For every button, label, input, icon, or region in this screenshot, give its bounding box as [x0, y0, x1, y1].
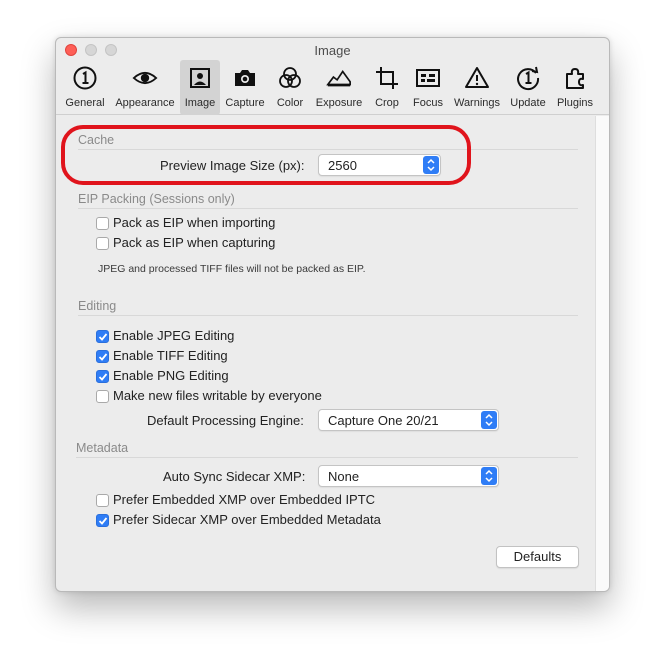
focus-grid-icon [415, 65, 441, 91]
puzzle-piece-icon [562, 65, 588, 91]
eye-icon [132, 65, 158, 91]
checkmark-icon [98, 332, 107, 341]
defaults-button[interactable]: Defaults [496, 546, 579, 568]
chevron-updown-icon [481, 467, 497, 485]
enable-png-label: Enable PNG Editing [113, 368, 229, 383]
processing-engine-select[interactable]: Capture One 20/21 [318, 409, 499, 431]
checkmark-icon [98, 352, 107, 361]
prefer-sidecar-xmp-label: Prefer Sidecar XMP over Embedded Metadat… [113, 512, 381, 527]
tab-exposure[interactable]: Exposure [311, 60, 367, 115]
image-preferences-pane: Cache Preview Image Size (px): 2560 EIP … [56, 116, 596, 591]
writable-everyone-checkbox[interactable] [96, 390, 109, 403]
checkmark-icon [98, 372, 107, 381]
tab-general-label: General [65, 97, 105, 109]
camera-icon [232, 65, 258, 91]
editing-divider [78, 315, 578, 316]
chevron-updown-icon [481, 411, 497, 429]
metadata-section-title: Metadata [76, 441, 129, 455]
tab-focus-label: Focus [413, 97, 443, 109]
histogram-icon [326, 65, 352, 91]
portrait-image-icon [187, 65, 213, 91]
tab-color-label: Color [276, 97, 304, 109]
red-highlight-annotation [61, 125, 471, 185]
title-bar: Image [56, 38, 609, 62]
checkmark-icon [98, 516, 107, 525]
tab-capture[interactable]: Capture [222, 60, 268, 115]
tab-image[interactable]: Image [180, 60, 220, 115]
enable-png-checkbox[interactable] [96, 370, 109, 383]
auto-sync-xmp-value: None [328, 469, 360, 484]
pack-eip-importing-checkbox[interactable] [96, 217, 109, 230]
tab-appearance[interactable]: Appearance [111, 60, 179, 115]
update-circle-icon [515, 65, 541, 91]
tab-crop-label: Crop [375, 97, 399, 109]
processing-engine-label: Default Processing Engine: [147, 413, 304, 428]
enable-jpeg-label: Enable JPEG Editing [113, 328, 235, 343]
vertical-scrollbar[interactable] [595, 116, 609, 591]
enable-jpeg-checkbox[interactable] [96, 330, 109, 343]
tab-warnings-label: Warnings [453, 97, 501, 109]
tab-capture-label: Capture [225, 97, 265, 109]
tab-plugins[interactable]: Plugins [553, 60, 597, 115]
tab-update-label: Update [510, 97, 546, 109]
metadata-divider [76, 457, 578, 458]
auto-sync-xmp-label: Auto Sync Sidecar XMP: [163, 469, 306, 484]
tab-image-label: Image [184, 97, 216, 109]
pack-eip-capturing-label: Pack as EIP when capturing [113, 235, 276, 250]
prefer-embedded-xmp-checkbox[interactable] [96, 494, 109, 507]
eip-note: JPEG and processed TIFF files will not b… [98, 263, 366, 275]
tab-plugins-label: Plugins [556, 97, 594, 109]
processing-engine-value: Capture One 20/21 [328, 413, 439, 428]
tab-crop[interactable]: Crop [369, 60, 405, 115]
enable-tiff-label: Enable TIFF Editing [113, 348, 228, 363]
preferences-toolbar: General Appearance Image Capture Color E… [56, 60, 609, 115]
warning-triangle-icon [464, 65, 490, 91]
window-title: Image [314, 43, 351, 58]
tab-update[interactable]: Update [506, 60, 550, 115]
tab-appearance-label: Appearance [115, 97, 175, 109]
eip-divider [78, 208, 578, 209]
writable-everyone-label: Make new files writable by everyone [113, 388, 322, 403]
pack-eip-importing-label: Pack as EIP when importing [113, 215, 276, 230]
preferences-window: Image General Appearance Image Capture C… [55, 37, 610, 592]
pack-eip-capturing-checkbox[interactable] [96, 237, 109, 250]
crop-icon [374, 65, 400, 91]
auto-sync-xmp-select[interactable]: None [318, 465, 499, 487]
prefer-embedded-xmp-label: Prefer Embedded XMP over Embedded IPTC [113, 492, 376, 507]
tab-general[interactable]: General [62, 60, 108, 115]
tab-color[interactable]: Color [270, 60, 310, 115]
tab-exposure-label: Exposure [315, 97, 363, 109]
tab-focus[interactable]: Focus [408, 60, 448, 115]
prefer-sidecar-xmp-checkbox[interactable] [96, 514, 109, 527]
editing-section-title: Editing [78, 299, 117, 313]
tab-warnings[interactable]: Warnings [451, 60, 503, 115]
info-circle-icon [72, 65, 98, 91]
eip-section-title: EIP Packing (Sessions only) [78, 192, 235, 206]
color-circles-icon [277, 65, 303, 91]
enable-tiff-checkbox[interactable] [96, 350, 109, 363]
